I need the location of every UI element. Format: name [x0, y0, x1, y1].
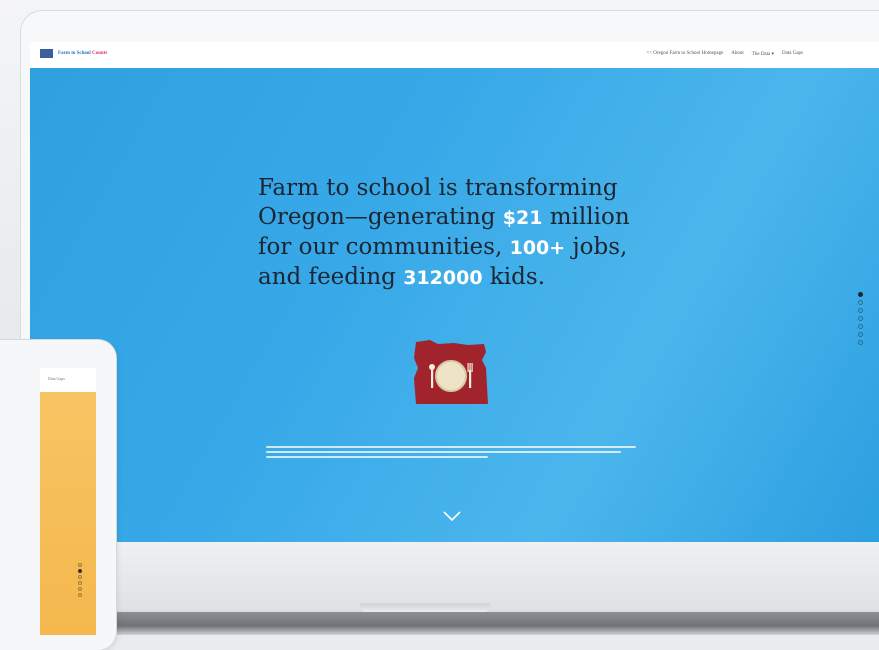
dot-nav-item[interactable] [858, 340, 863, 345]
footnote-text [266, 446, 636, 461]
tablet-screen: Data Gaps [40, 368, 96, 635]
nav-link-homepage[interactable]: << Oregon Farm to School Homepage [646, 51, 723, 57]
hero-headline: Farm to school is transforming Oregon—ge… [258, 175, 630, 290]
chevron-down-icon: ▾ [771, 52, 775, 57]
nav-link-about[interactable]: About [731, 51, 744, 57]
oregon-logo-icon [40, 49, 53, 58]
dot-nav-item[interactable] [858, 316, 863, 321]
section-dot-nav [858, 292, 863, 345]
tablet-dot-nav [78, 563, 82, 597]
dot-nav-item[interactable] [858, 324, 863, 329]
laptop-bottom-edge [0, 612, 879, 635]
dot-nav-item[interactable] [858, 300, 863, 305]
top-navbar: Farm to School Counts << Oregon Farm to … [30, 42, 879, 68]
stat-money: $21 [502, 207, 543, 229]
logo-text: Farm to School Counts [58, 51, 108, 56]
stat-jobs: 100+ [509, 237, 566, 259]
laptop-screen: Farm to School Counts << Oregon Farm to … [30, 42, 879, 542]
site-logo[interactable]: Farm to School Counts [40, 49, 107, 58]
dot-nav-item[interactable] [78, 575, 82, 579]
dot-nav-item[interactable] [78, 593, 82, 597]
dot-nav-item[interactable] [858, 292, 863, 297]
dot-nav-item[interactable] [78, 569, 82, 573]
stat-kids: 312000 [403, 267, 483, 289]
dot-nav-item[interactable] [78, 587, 82, 591]
dot-nav-item[interactable] [78, 563, 82, 567]
dot-nav-item[interactable] [858, 308, 863, 313]
oregon-plate-icon [414, 340, 488, 404]
nav-link-data-gaps[interactable]: Data Gaps [782, 51, 803, 57]
laptop-base [110, 542, 879, 610]
dot-nav-item[interactable] [78, 581, 82, 585]
nav-links: << Oregon Farm to School Homepage About … [646, 51, 803, 57]
tablet-navbar: Data Gaps [40, 368, 96, 392]
dot-nav-item[interactable] [858, 332, 863, 337]
tablet-nav-link-data-gaps[interactable]: Data Gaps [48, 376, 65, 381]
chevron-down-icon[interactable] [442, 510, 462, 522]
nav-link-the-data[interactable]: The Data ▾ [752, 51, 774, 57]
